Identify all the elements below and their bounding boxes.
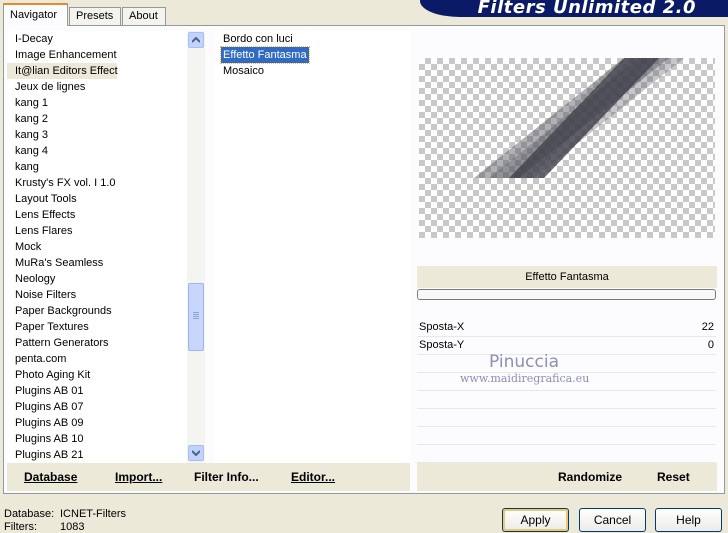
parameter-label: Sposta-X (419, 321, 465, 333)
category-scrollbar[interactable] (187, 31, 205, 463)
help-button[interactable]: Help (655, 508, 722, 532)
category-item[interactable]: MuRa's Seamless (7, 255, 187, 271)
tab-presets[interactable]: Presets (69, 7, 121, 26)
parameter-label: Sposta-Y (419, 339, 465, 351)
category-item[interactable]: It@lian Editors Effect (7, 63, 118, 79)
filter-item[interactable]: Mosaico (215, 63, 411, 79)
app-title-banner: Filters Unlimited 2.0 (420, 0, 728, 17)
watermark-name: Pinuccia (489, 352, 559, 372)
filter-name-bar: Effetto Fantasma (417, 266, 717, 288)
chevron-up-icon (192, 37, 200, 43)
category-item[interactable]: Image Enhancement (7, 47, 187, 63)
category-item[interactable]: Pattern Generators (7, 335, 187, 351)
category-item[interactable]: Layout Tools (7, 191, 187, 207)
status-filters: Filters: 1083 (4, 521, 85, 533)
category-item[interactable]: kang (7, 159, 187, 175)
category-item[interactable]: Plugins AB 10 (7, 431, 187, 447)
filter-item-label: Mosaico (223, 65, 264, 77)
category-item[interactable]: kang 2 (7, 111, 187, 127)
category-item[interactable]: kang 4 (7, 143, 187, 159)
left-button-bar: Database Import... Filter Info... Editor… (7, 463, 410, 491)
category-list[interactable]: I-Decay Image Enhancement It@lian Editors … (7, 31, 187, 463)
parameter-list: Sposta-X 22 Sposta-Y 0 (417, 319, 716, 463)
category-item[interactable]: Lens Effects (7, 207, 187, 223)
status-database: Database: ICNET-Filters (4, 508, 126, 520)
reset-button[interactable]: Reset (657, 470, 690, 484)
tab-about[interactable]: About (122, 7, 166, 26)
parameter-row-empty (417, 409, 716, 427)
category-item[interactable]: kang 1 (7, 95, 187, 111)
scroll-thumb[interactable] (188, 283, 204, 351)
preview-image (419, 58, 715, 238)
progress-bar (417, 289, 716, 300)
category-item[interactable]: kang 3 (7, 127, 187, 143)
randomize-button[interactable]: Randomize (558, 470, 622, 484)
category-item[interactable]: Mock (7, 239, 187, 255)
filter-item[interactable]: Effetto Fantasma (215, 46, 411, 64)
filter-name: Effetto Fantasma (525, 271, 609, 283)
category-item[interactable]: Jeux de lignes (7, 79, 187, 95)
category-item[interactable]: Photo Aging Kit (7, 367, 187, 383)
tab-navigator[interactable]: Navigator (3, 3, 68, 26)
category-item[interactable]: Krusty's FX vol. I 1.0 (7, 175, 187, 191)
category-item[interactable]: Neology (7, 271, 187, 287)
scroll-down-button[interactable] (188, 445, 204, 461)
parameter-row-empty (417, 445, 716, 463)
filter-item-label: Effetto Fantasma (220, 46, 310, 64)
cancel-button[interactable]: Cancel (579, 508, 646, 532)
category-item[interactable]: Noise Filters (7, 287, 187, 303)
right-button-bar: Randomize Reset (417, 463, 717, 491)
import-button[interactable]: Import... (115, 470, 162, 484)
ghost-stripe-graphic (474, 58, 684, 178)
category-item[interactable]: Plugins AB 01 (7, 383, 187, 399)
category-item[interactable]: Plugins AB 07 (7, 399, 187, 415)
database-button[interactable]: Database (24, 470, 77, 484)
filter-info-button[interactable]: Filter Info... (194, 470, 259, 484)
parameter-value[interactable]: 22 (702, 321, 714, 333)
category-item[interactable]: penta.com (7, 351, 187, 367)
app-title: Filters Unlimited 2.0 (477, 0, 696, 17)
category-item[interactable]: Paper Textures (7, 319, 187, 335)
apply-button[interactable]: Apply (502, 508, 569, 532)
category-item[interactable]: I-Decay (7, 31, 187, 47)
parameter-row[interactable]: Sposta-X 22 (417, 319, 716, 337)
scroll-up-button[interactable] (188, 32, 204, 48)
category-item[interactable]: Plugins AB 21 (7, 447, 187, 463)
filter-list[interactable]: Bordo con luci Effetto Fantasma Mosaico (215, 31, 411, 463)
filter-item-label: Bordo con luci (223, 33, 293, 45)
parameter-row-empty (417, 427, 716, 445)
editor-button[interactable]: Editor... (291, 470, 335, 484)
watermark-url: www.maidiregrafica.eu (460, 372, 590, 385)
parameter-row-empty (417, 355, 716, 373)
category-item[interactable]: Plugins AB 09 (7, 415, 187, 431)
parameter-row-empty (417, 391, 716, 409)
chevron-down-icon (192, 450, 200, 456)
parameter-value[interactable]: 0 (708, 339, 714, 351)
category-item[interactable]: Paper Backgrounds (7, 303, 187, 319)
category-item[interactable]: Lens Flares (7, 223, 187, 239)
filter-item[interactable]: Bordo con luci (215, 31, 411, 47)
parameter-row[interactable]: Sposta-Y 0 (417, 337, 716, 355)
